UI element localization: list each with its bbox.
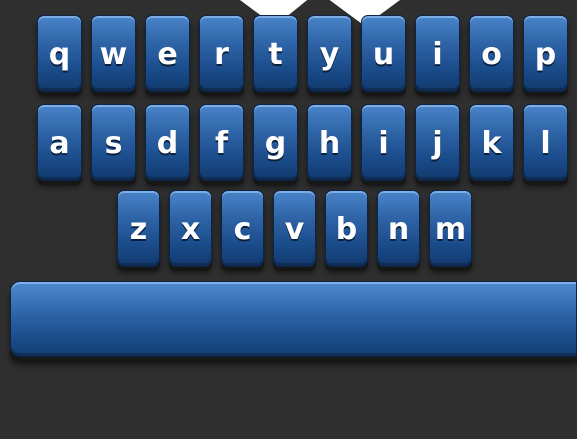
key-d[interactable]: d xyxy=(145,104,190,181)
key-f[interactable]: f xyxy=(199,104,244,181)
key-i-second[interactable]: i xyxy=(361,104,406,181)
key-b[interactable]: b xyxy=(325,190,368,267)
key-l[interactable]: l xyxy=(523,104,568,181)
key-m[interactable]: m xyxy=(429,190,472,267)
keyboard-row-1: q w e r t y u i o p xyxy=(37,15,568,92)
key-s[interactable]: s xyxy=(91,104,136,181)
key-z[interactable]: z xyxy=(117,190,160,267)
key-e[interactable]: e xyxy=(145,15,190,92)
key-t[interactable]: t xyxy=(253,15,298,92)
space-bar[interactable] xyxy=(10,281,577,357)
key-o[interactable]: o xyxy=(469,15,514,92)
key-r[interactable]: r xyxy=(199,15,244,92)
key-x[interactable]: x xyxy=(169,190,212,267)
key-n[interactable]: n xyxy=(377,190,420,267)
keyboard-row-3: z x c v b n m xyxy=(117,190,472,267)
key-h[interactable]: h xyxy=(307,104,352,181)
key-g[interactable]: g xyxy=(253,104,298,181)
key-c[interactable]: c xyxy=(221,190,264,267)
key-a[interactable]: a xyxy=(37,104,82,181)
key-q[interactable]: q xyxy=(37,15,82,92)
key-y[interactable]: y xyxy=(307,15,352,92)
keyboard-row-2: a s d f g h i j k l xyxy=(37,104,568,181)
key-j[interactable]: j xyxy=(415,104,460,181)
key-w[interactable]: w xyxy=(91,15,136,92)
key-u[interactable]: u xyxy=(361,15,406,92)
key-p[interactable]: p xyxy=(523,15,568,92)
key-i[interactable]: i xyxy=(415,15,460,92)
keyboard-screen: q w e r t y u i o p a s d f g h i j k l … xyxy=(0,0,577,439)
key-k[interactable]: k xyxy=(469,104,514,181)
key-v[interactable]: v xyxy=(273,190,316,267)
